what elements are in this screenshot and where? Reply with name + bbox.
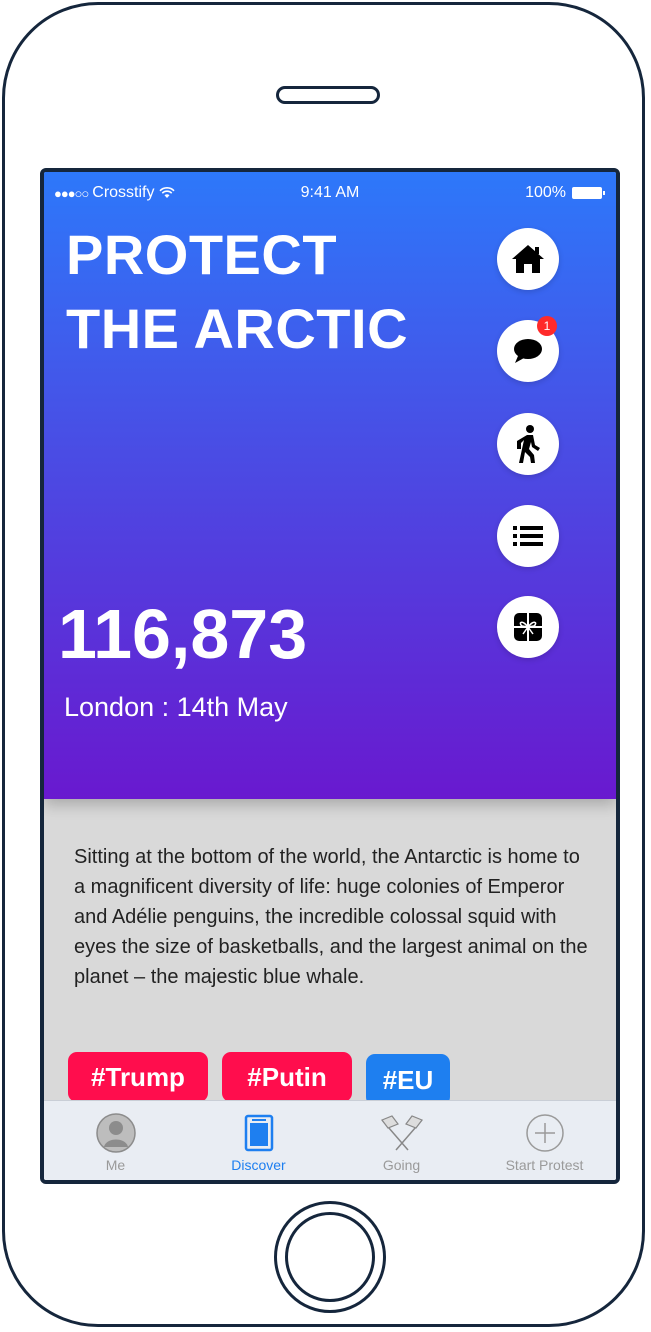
flags-icon [380, 1115, 423, 1151]
tab-start-protest-label: Start Protest [505, 1157, 584, 1173]
tag-trump[interactable]: #Trump [68, 1052, 208, 1102]
protest-title: PROTECT THE ARCTIC [66, 218, 408, 366]
participant-count: 116,873 [58, 595, 308, 673]
avatar-icon [95, 1113, 136, 1153]
chat-button[interactable]: 1 [497, 316, 559, 382]
walk-button[interactable] [497, 413, 559, 475]
tab-me[interactable]: Me [44, 1101, 187, 1180]
protest-description: Sitting at the bottom of the world, the … [74, 846, 588, 988]
tag-eu[interactable]: #EU [366, 1054, 450, 1106]
home-button-ring [285, 1212, 375, 1302]
tag-putin[interactable]: #Putin [222, 1052, 352, 1102]
gift-button[interactable] [497, 596, 559, 658]
hero-banner: ●●●○○ Crosstify 9:41 AM 100% PROTECT THE… [44, 172, 616, 799]
chat-icon [514, 339, 542, 363]
home-icon [512, 245, 544, 273]
tab-discover-label: Discover [231, 1157, 286, 1173]
status-bar: ●●●○○ Crosstify 9:41 AM 100% [44, 172, 616, 212]
list-icon [513, 526, 543, 546]
home-button[interactable] [497, 228, 559, 290]
tab-going-label: Going [382, 1157, 421, 1173]
event-location-date: London : 14th May [64, 692, 288, 722]
tab-going[interactable]: Going [330, 1101, 473, 1180]
speaker-grille [276, 86, 380, 104]
plus-circle-icon [525, 1114, 564, 1152]
phone-frame: ●●●○○ Crosstify 9:41 AM 100% PROTECT THE… [2, 2, 645, 1327]
title-line-2: THE ARCTIC [66, 297, 409, 360]
tab-start-protest[interactable]: Start Protest [473, 1101, 616, 1180]
tab-discover[interactable]: Discover [187, 1101, 330, 1180]
tab-me-label: Me [105, 1157, 126, 1173]
walking-icon [517, 425, 540, 463]
home-hardware-button[interactable] [274, 1201, 386, 1313]
title-line-1: PROTECT [66, 223, 338, 286]
list-button[interactable] [497, 505, 559, 567]
book-icon [244, 1114, 273, 1152]
screen: ●●●○○ Crosstify 9:41 AM 100% PROTECT THE… [40, 168, 620, 1184]
battery-percent: 100% [525, 184, 566, 201]
notification-badge: 1 [537, 316, 557, 336]
battery-icon [572, 187, 605, 199]
tab-bar: Me Discover Going Start Protest [44, 1100, 616, 1180]
gift-icon [514, 613, 542, 641]
